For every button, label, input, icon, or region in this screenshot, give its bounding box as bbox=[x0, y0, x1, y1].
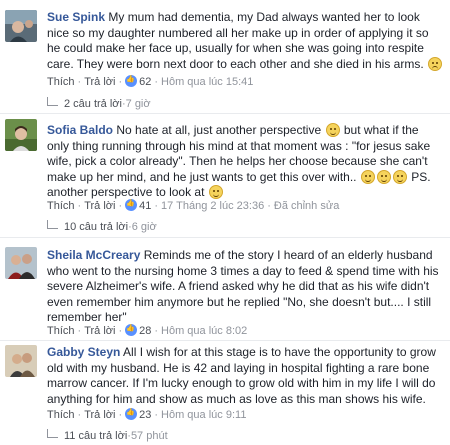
divider bbox=[0, 340, 450, 341]
like-icon bbox=[125, 408, 138, 420]
comment-timestamp[interactable]: Hôm qua lúc 15:41 bbox=[161, 76, 253, 88]
comment-actions: Thích·Trả lời·23·Hôm qua lúc 9:11 bbox=[47, 408, 246, 421]
like-icon bbox=[125, 199, 138, 211]
comment-actions: Thích·Trả lời·62·Hôm qua lúc 15:41 bbox=[47, 75, 253, 88]
edited-label[interactable]: Đã chỉnh sửa bbox=[274, 200, 339, 212]
divider bbox=[0, 237, 450, 238]
laughing-emoji-icon bbox=[208, 185, 223, 199]
reply-arrow-icon bbox=[47, 429, 58, 438]
avatar[interactable] bbox=[5, 10, 37, 42]
replies-time: 6 giờ bbox=[131, 221, 157, 233]
replies-link[interactable]: 2 câu trả lời·7 giờ bbox=[47, 97, 151, 110]
comment-text: No hate at all, just another perspective bbox=[116, 123, 322, 137]
like-count[interactable]: 62 bbox=[139, 76, 151, 88]
comment-author[interactable]: Sue Spink bbox=[47, 10, 105, 24]
divider bbox=[0, 113, 450, 114]
laughing-emoji-icon bbox=[376, 169, 391, 184]
avatar[interactable] bbox=[5, 119, 37, 151]
like-link[interactable]: Thích bbox=[47, 200, 75, 212]
replies-count[interactable]: 2 câu trả lời bbox=[64, 98, 122, 110]
like-link[interactable]: Thích bbox=[47, 325, 75, 337]
like-link[interactable]: Thích bbox=[47, 409, 75, 421]
avatar[interactable] bbox=[5, 247, 37, 279]
comment-text: My mum had dementia, my Dad always wante… bbox=[47, 10, 429, 71]
replies-link[interactable]: 10 câu trả lời·6 giờ bbox=[47, 220, 157, 233]
reply-arrow-icon bbox=[47, 97, 58, 106]
comment-body: Sofia Baldo No hate at all, just another… bbox=[47, 123, 443, 201]
comment-timestamp[interactable]: Hôm qua lúc 8:02 bbox=[161, 325, 247, 337]
like-icon bbox=[125, 324, 138, 336]
replies-time: 57 phút bbox=[130, 430, 168, 442]
like-count[interactable]: 28 bbox=[139, 325, 151, 337]
laughing-emoji-icon bbox=[392, 169, 407, 184]
reply-link[interactable]: Trả lời bbox=[84, 409, 115, 421]
comment-author[interactable]: Sheila McCreary bbox=[47, 248, 140, 262]
like-count[interactable]: 23 bbox=[139, 409, 151, 421]
comment-body: Sheila McCreary Reminds me of the story … bbox=[47, 248, 443, 326]
sad-emoji-icon bbox=[428, 56, 443, 71]
laughing-emoji-icon bbox=[325, 123, 340, 137]
replies-time: 7 giờ bbox=[125, 98, 151, 110]
like-icon bbox=[125, 75, 138, 87]
replies-link[interactable]: 11 câu trả lời·57 phút bbox=[47, 429, 168, 442]
comment-actions: Thích·Trả lời·28·Hôm qua lúc 8:02 bbox=[47, 324, 247, 337]
replies-count[interactable]: 10 câu trả lời bbox=[64, 221, 128, 233]
replies-count[interactable]: 11 câu trả lời bbox=[64, 430, 127, 442]
comment-actions: Thích·Trả lời·41·17 Tháng 2 lúc 23:36·Đã… bbox=[47, 199, 339, 212]
avatar[interactable] bbox=[5, 345, 37, 377]
comment-author[interactable]: Gabby Steyn bbox=[47, 345, 120, 359]
reply-link[interactable]: Trả lời bbox=[84, 200, 115, 212]
comment-author[interactable]: Sofia Baldo bbox=[47, 123, 113, 137]
comment-timestamp[interactable]: 17 Tháng 2 lúc 23:36 bbox=[161, 200, 264, 212]
reply-arrow-icon bbox=[47, 220, 58, 229]
reply-link[interactable]: Trả lời bbox=[84, 76, 115, 88]
comment-body: Sue Spink My mum had dementia, my Dad al… bbox=[47, 10, 443, 72]
reply-link[interactable]: Trả lời bbox=[84, 325, 115, 337]
like-link[interactable]: Thích bbox=[47, 76, 75, 88]
like-count[interactable]: 41 bbox=[139, 200, 151, 212]
laughing-emoji-icon bbox=[360, 169, 375, 184]
comment-body: Gabby Steyn All I wish for at this stage… bbox=[47, 345, 443, 407]
comment-timestamp[interactable]: Hôm qua lúc 9:11 bbox=[161, 409, 246, 421]
